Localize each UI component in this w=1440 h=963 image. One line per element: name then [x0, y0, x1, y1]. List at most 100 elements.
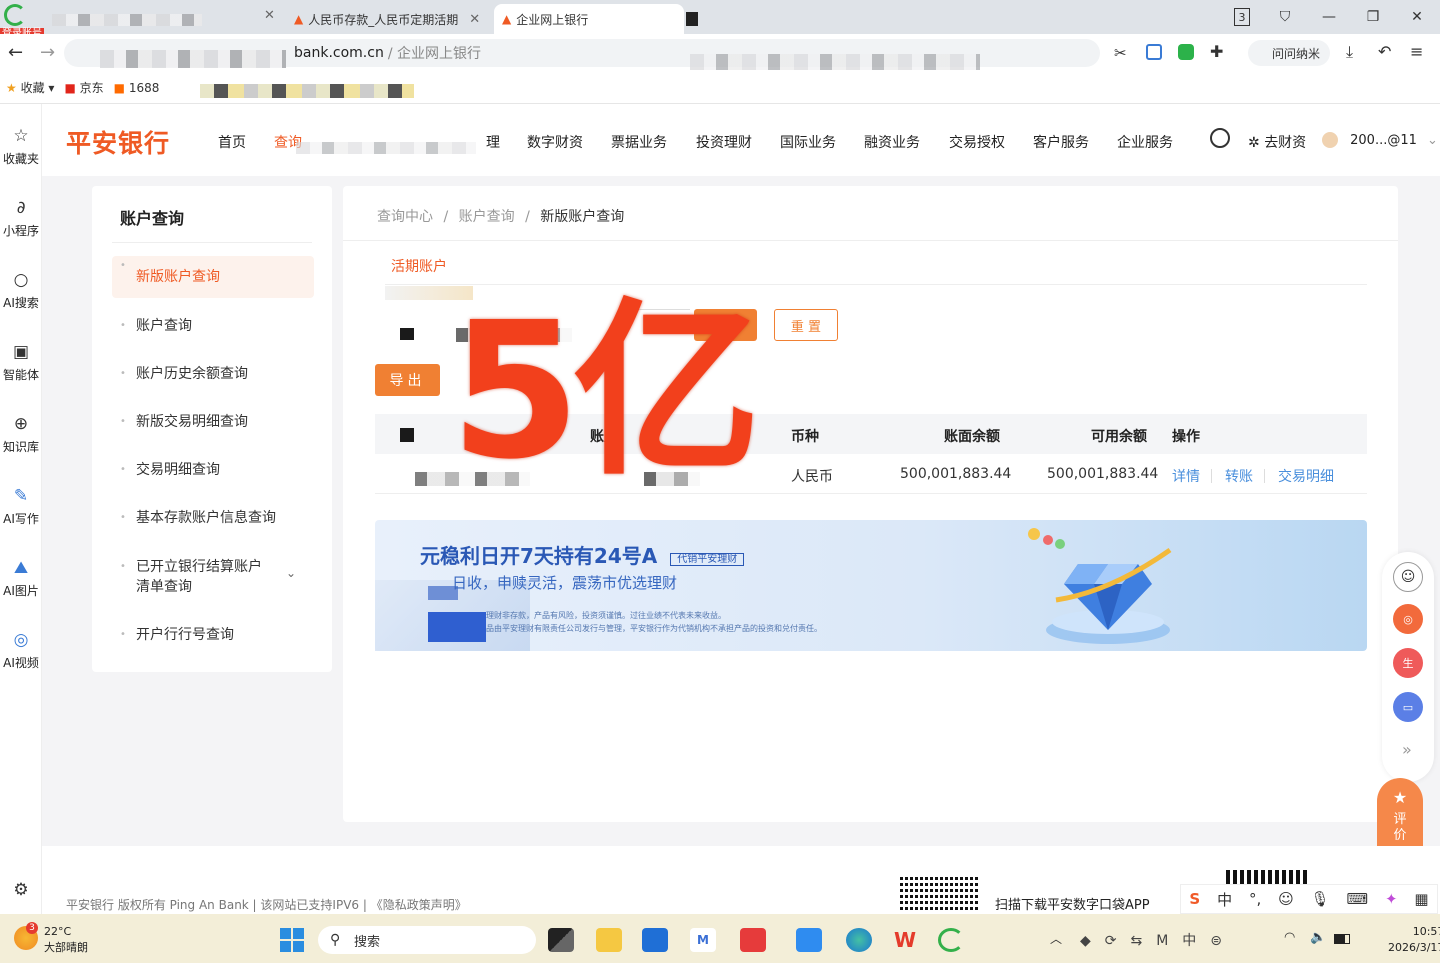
ai-assistant-button[interactable]: 问问纳米: [1248, 40, 1331, 66]
breadcrumb-account-query[interactable]: 账户查询: [459, 209, 515, 225]
menu-item-basic-deposit-info[interactable]: 基本存款账户信息查询: [112, 508, 314, 528]
expand-icon[interactable]: »: [1402, 740, 1412, 759]
user-menu[interactable]: 200...@11 ⌄: [1322, 132, 1438, 148]
system-clock[interactable]: 10:57 2026/3/17: [1388, 924, 1440, 956]
screenshot-icon[interactable]: [1146, 44, 1162, 60]
ime-punct[interactable]: °,: [1249, 890, 1261, 908]
ime-chinese[interactable]: 中: [1217, 889, 1232, 910]
cloud-app-icon[interactable]: [796, 928, 822, 952]
menu-item-transaction-detail[interactable]: 交易明细查询: [112, 460, 314, 480]
sidebar-item-ai-image[interactable]: ⛰ AI图片: [0, 558, 42, 599]
browser-logo-icon[interactable]: [4, 4, 26, 26]
sidebar-settings[interactable]: ⚙: [0, 880, 42, 904]
nav-authorization[interactable]: 交易授权: [949, 132, 1005, 152]
bank-logo[interactable]: 平安银行: [66, 124, 170, 160]
tab-count-badge[interactable]: 3: [1234, 8, 1250, 26]
tray-expand-icon[interactable]: ︿: [1050, 930, 1062, 947]
forward-icon[interactable]: →: [40, 42, 55, 63]
menu-item-balance-history[interactable]: 账户历史余额查询: [112, 364, 314, 384]
nav-bills[interactable]: 票据业务: [611, 132, 667, 152]
menu-item-account-query[interactable]: 账户查询: [112, 316, 314, 336]
wechat-icon[interactable]: [1178, 44, 1194, 60]
orange-service-icon[interactable]: ◎: [1393, 604, 1423, 634]
emoji-icon[interactable]: ☺: [1278, 890, 1294, 908]
tray-app-icons[interactable]: ◆⟳⇆Ⅿ中⊜: [1080, 930, 1236, 950]
cut-icon[interactable]: ✂: [1114, 44, 1127, 62]
menu-item-opened-accounts-list[interactable]: 已开立银行结算账户清单查询: [112, 557, 262, 597]
go-finance-link[interactable]: ✲ 去财资: [1248, 132, 1306, 152]
tab-deposit[interactable]: ▲ 人民币存款_人民币定期活期 ✕: [286, 4, 492, 34]
nav-enterprise-service[interactable]: 企业服务: [1117, 132, 1173, 152]
store-icon[interactable]: [642, 928, 668, 952]
tab-close-icon[interactable]: ✕: [469, 12, 480, 27]
reset-button[interactable]: 重 置: [774, 309, 838, 341]
close-window-icon[interactable]: ✕: [1406, 6, 1428, 28]
download-icon[interactable]: ⤓: [1346, 42, 1353, 62]
new-tab-button[interactable]: [686, 12, 698, 26]
customer-service-icon[interactable]: ☺: [1393, 562, 1423, 592]
nav-international[interactable]: 国际业务: [780, 132, 836, 152]
chevron-down-icon[interactable]: ⌄: [286, 566, 296, 580]
volume-icon[interactable]: 🔈: [1310, 930, 1326, 945]
transfer-link[interactable]: 转账: [1225, 466, 1253, 486]
nav-financing[interactable]: 融资业务: [864, 132, 920, 152]
breadcrumb-query-center[interactable]: 查询中心: [377, 209, 433, 225]
sidebar-item-ai-video[interactable]: ◎ AI视频: [0, 630, 42, 671]
sidebar-item-knowledge[interactable]: ⊕ 知识库: [0, 414, 42, 455]
undo-icon[interactable]: ↶: [1378, 42, 1391, 61]
ime-toolbar[interactable]: S 中 °, ☺ 🎙 ⌨ ✦ ▦: [1180, 884, 1438, 914]
skin-icon[interactable]: ✦: [1385, 890, 1398, 908]
file-explorer-icon[interactable]: [596, 928, 622, 952]
menu-item-bank-code[interactable]: 开户行行号查询: [112, 625, 314, 645]
blurred-tab[interactable]: [52, 14, 202, 26]
browser-taskbar-icon[interactable]: [938, 928, 964, 952]
battery-icon[interactable]: [1334, 934, 1350, 944]
bookmark-jd[interactable]: ■ 京东: [64, 79, 103, 96]
breadcrumb-sep: /: [525, 209, 530, 225]
nav-home[interactable]: 首页: [218, 132, 246, 152]
tab-current-account[interactable]: 活期账户: [391, 256, 447, 276]
select-all-checkbox[interactable]: [400, 428, 414, 442]
wifi-icon[interactable]: ◠: [1284, 930, 1295, 945]
task-view-icon[interactable]: [548, 928, 574, 952]
menu-item-new-account-query[interactable]: 新版账户查询: [112, 256, 314, 298]
back-icon[interactable]: ←: [8, 42, 23, 63]
export-button[interactable]: 导出: [375, 364, 440, 396]
sidebar-item-agent[interactable]: ▣ 智能体: [0, 342, 42, 383]
bookmark-favorites[interactable]: ★ 收藏 ▾: [6, 79, 54, 96]
taskbar-search[interactable]: ⚲ 搜索: [318, 926, 536, 954]
bookmark-1688[interactable]: ■ 1688: [114, 81, 160, 95]
menu-icon[interactable]: ≡: [1410, 42, 1423, 61]
life-service-icon[interactable]: 生: [1393, 648, 1423, 678]
nav-digital-finance[interactable]: 数字财资: [527, 132, 583, 152]
wps-icon[interactable]: W: [892, 928, 918, 952]
nav-customer-service[interactable]: 客户服务: [1033, 132, 1089, 152]
chat-icon[interactable]: ▭: [1393, 692, 1423, 722]
huawei-app-icon[interactable]: [740, 928, 766, 952]
grid-icon[interactable]: ▦: [1414, 890, 1428, 908]
extensions-icon[interactable]: ✚: [1210, 42, 1223, 61]
mic-icon[interactable]: 🎙: [1311, 890, 1330, 908]
tab-bank-online[interactable]: ▲ 企业网上银行: [494, 4, 684, 34]
keyboard-icon[interactable]: ⌨: [1346, 890, 1368, 908]
search-icon: ○: [13, 270, 29, 290]
nav-partial[interactable]: 理: [486, 132, 500, 152]
search-icon[interactable]: [1210, 128, 1230, 148]
sidebar-item-ai-search[interactable]: ○ AI搜索: [0, 270, 42, 311]
nav-investment[interactable]: 投资理财: [696, 132, 752, 152]
minimize-icon[interactable]: —: [1318, 6, 1340, 28]
tab-close-icon[interactable]: ✕: [264, 8, 275, 23]
sidebar-item-favorites[interactable]: ☆ 收藏夹: [0, 126, 42, 167]
star-icon: ★: [1392, 788, 1408, 807]
sidebar-item-miniprogram[interactable]: ∂ 小程序: [0, 198, 42, 239]
menu-item-new-transaction-detail[interactable]: 新版交易明细查询: [112, 412, 314, 432]
transaction-detail-link[interactable]: 交易明细: [1278, 466, 1334, 486]
windows-start-icon[interactable]: [280, 928, 304, 952]
sidebar-item-ai-write[interactable]: ✎ AI写作: [0, 486, 42, 527]
edge-icon[interactable]: [846, 928, 872, 952]
weather-widget[interactable]: 22°C 大部晴朗: [44, 924, 88, 956]
mi-app-icon[interactable]: M: [690, 928, 716, 952]
detail-link[interactable]: 详情: [1172, 466, 1200, 486]
skin-icon[interactable]: ⛉: [1274, 6, 1296, 28]
restore-icon[interactable]: ❐: [1362, 6, 1384, 28]
